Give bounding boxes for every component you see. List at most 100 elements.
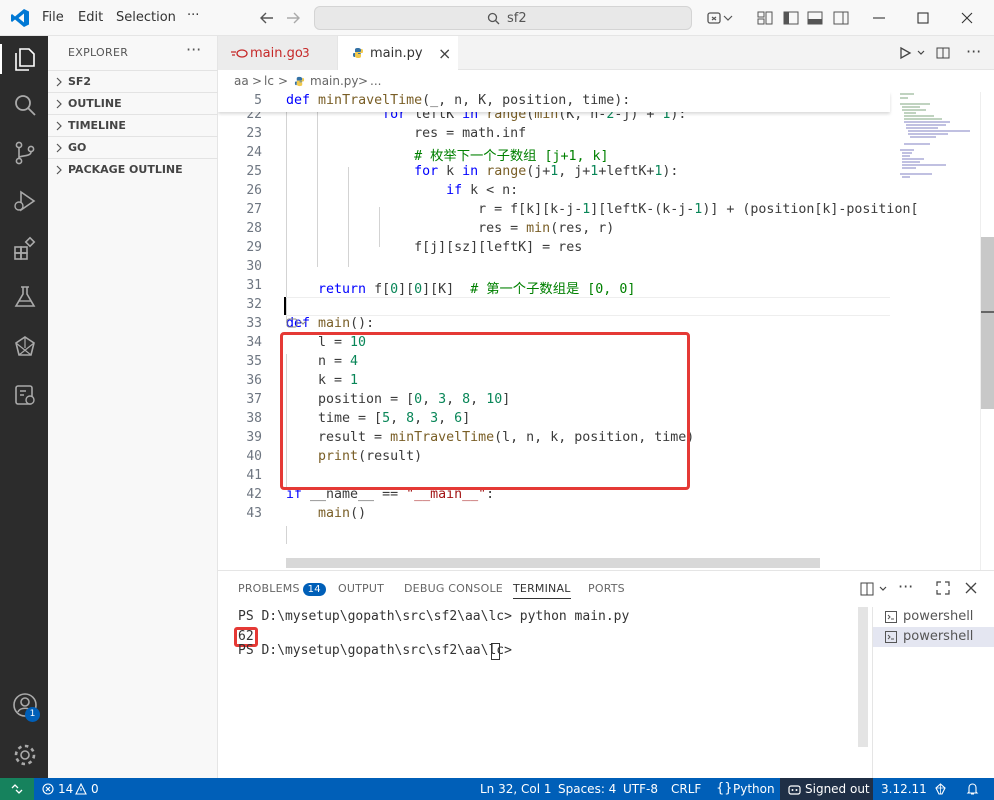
- line-number: 24: [246, 145, 262, 160]
- breadcrumb-lc[interactable]: lc: [264, 74, 274, 88]
- extensions-icon[interactable]: [12, 236, 38, 262]
- encoding[interactable]: UTF-8: [623, 782, 658, 796]
- tab-output[interactable]: OUTPUT: [338, 582, 384, 595]
- code-editor[interactable]: 22 for leftK in range(min(K, n-2-j) + 1)…: [218, 92, 994, 570]
- menu-more[interactable]: ···: [187, 8, 199, 23]
- tab-ports[interactable]: PORTS: [588, 582, 625, 595]
- signed-out-button[interactable]: Signed out: [780, 778, 873, 800]
- search-icon[interactable]: [12, 92, 38, 118]
- language-mode[interactable]: Python: [733, 782, 775, 796]
- terminal-scrollbar[interactable]: [858, 607, 868, 747]
- breadcrumb-main-py[interactable]: main.py: [310, 74, 359, 88]
- line-number: 42: [246, 487, 262, 502]
- line-number: 26: [246, 183, 262, 198]
- editor-tabs: main.go 3 main.py × ···: [218, 36, 994, 71]
- source-control-icon[interactable]: [12, 140, 38, 166]
- terminal-list-item[interactable]: powershell: [873, 607, 994, 627]
- forward-arrow-icon[interactable]: [284, 9, 302, 27]
- breadcrumb-sep: >: [358, 74, 369, 88]
- split-terminal-icon[interactable]: [860, 582, 874, 596]
- chevron-down-icon[interactable]: [878, 584, 888, 594]
- breadcrumb-aa[interactable]: aa: [234, 74, 249, 88]
- remote-explorer-icon[interactable]: [12, 334, 38, 360]
- run-and-debug-icon[interactable]: [12, 188, 38, 214]
- line-number: 36: [246, 373, 262, 388]
- line-number: 34: [246, 335, 262, 350]
- minimap[interactable]: [890, 92, 980, 570]
- chevron-right-icon: [56, 121, 62, 131]
- error-count[interactable]: 14: [58, 782, 73, 796]
- maximize-icon[interactable]: [914, 9, 932, 27]
- terminal-cursor: [491, 643, 500, 660]
- code-line: return f[0][0][K] # 第一个子数组是 [0, 0]: [318, 282, 636, 297]
- scrollbar-thumb[interactable]: [981, 237, 994, 409]
- tab-problems[interactable]: PROBLEMS 14: [238, 582, 326, 596]
- horizontal-scrollbar[interactable]: [286, 558, 820, 568]
- python-file-icon: [353, 48, 363, 58]
- section-package-outline[interactable]: PACKAGE OUTLINE: [48, 158, 218, 180]
- chevron-down-icon[interactable]: [722, 9, 734, 27]
- docker-icon[interactable]: [12, 382, 38, 408]
- chevron-right-icon: [56, 143, 62, 153]
- tab-close-button[interactable]: ×: [438, 44, 451, 63]
- command-center-search[interactable]: sf2: [314, 6, 692, 30]
- menu-edit[interactable]: Edit: [78, 10, 103, 25]
- warning-count[interactable]: 0: [91, 782, 99, 796]
- menu-selection[interactable]: Selection: [116, 10, 176, 25]
- editor-more-button[interactable]: ···: [966, 42, 981, 61]
- vertical-scrollbar[interactable]: [980, 92, 994, 570]
- cursor-position[interactable]: Ln 32, Col 1: [480, 782, 552, 796]
- line-number: 41: [246, 468, 262, 483]
- testing-icon[interactable]: [12, 284, 38, 310]
- code-line: def minTravelTime(_, n, K, position, tim…: [286, 93, 631, 108]
- activity-bar: 1: [0, 36, 48, 778]
- explorer-icon[interactable]: [12, 46, 38, 72]
- customize-layout-icon[interactable]: [756, 9, 774, 27]
- remote-indicator[interactable]: [0, 778, 34, 800]
- section-label: TIMELINE: [68, 119, 126, 132]
- section-go[interactable]: GO: [48, 136, 218, 158]
- indent-guide: [286, 526, 287, 544]
- bottom-panel: PROBLEMS 14 OUTPUT DEBUG CONSOLE TERMINAL…: [218, 570, 994, 779]
- panel-more-button[interactable]: ···: [898, 577, 913, 596]
- toggle-secondary-sidebar-icon[interactable]: [832, 9, 850, 27]
- tab-debug-console[interactable]: DEBUG CONSOLE: [404, 582, 503, 595]
- copilot-inline-icon[interactable]: [286, 317, 308, 329]
- gear-icon[interactable]: [12, 742, 38, 768]
- toggle-panel-icon[interactable]: [806, 9, 824, 27]
- chevron-down-icon[interactable]: [916, 48, 926, 58]
- split-editor-icon[interactable]: [936, 46, 950, 60]
- sticky-scroll-header[interactable]: 5 def minTravelTime(_, n, K, position, t…: [218, 92, 890, 112]
- run-python-icon[interactable]: [898, 46, 912, 60]
- section-outline[interactable]: OUTLINE: [48, 92, 218, 114]
- tab-main-py[interactable]: main.py ×: [338, 36, 458, 71]
- notifications-bell-icon[interactable]: [966, 782, 979, 796]
- minimize-icon[interactable]: [870, 9, 888, 27]
- section-label: PACKAGE OUTLINE: [68, 163, 183, 176]
- python-version[interactable]: 3.12.11: [881, 782, 927, 796]
- close-panel-icon[interactable]: [964, 581, 978, 595]
- menu-file[interactable]: File: [42, 10, 64, 25]
- annotation-highlight-box: [280, 332, 690, 490]
- close-window-icon[interactable]: [958, 9, 976, 27]
- toggle-primary-sidebar-icon[interactable]: [782, 9, 800, 27]
- line-number: 29: [246, 240, 262, 255]
- warning-icon[interactable]: [75, 783, 87, 795]
- error-icon[interactable]: [42, 783, 54, 795]
- end-of-line[interactable]: CRLF: [671, 782, 701, 796]
- title-bar: File Edit Selection ··· sf2: [0, 0, 994, 36]
- line-number: 31: [246, 278, 262, 293]
- terminal-list-item-active[interactable]: powershell: [873, 627, 994, 647]
- tab-terminal[interactable]: TERMINAL: [513, 582, 571, 599]
- section-timeline[interactable]: TIMELINE: [48, 114, 218, 136]
- feedback-icon[interactable]: [934, 783, 947, 796]
- breadcrumb-symbols[interactable]: ...: [370, 74, 381, 88]
- section-sf2[interactable]: SF2: [48, 70, 218, 92]
- terminal-prompt[interactable]: PS D:\mysetup\gopath\src\sf2\aa\lc>: [238, 643, 520, 658]
- indentation[interactable]: Spaces: 4: [558, 782, 616, 796]
- tab-main-go[interactable]: main.go 3: [218, 36, 338, 70]
- explorer-more-button[interactable]: ···: [186, 40, 201, 59]
- back-arrow-icon[interactable]: [258, 9, 276, 27]
- maximize-panel-icon[interactable]: [936, 581, 950, 595]
- line-number: 28: [246, 221, 262, 236]
